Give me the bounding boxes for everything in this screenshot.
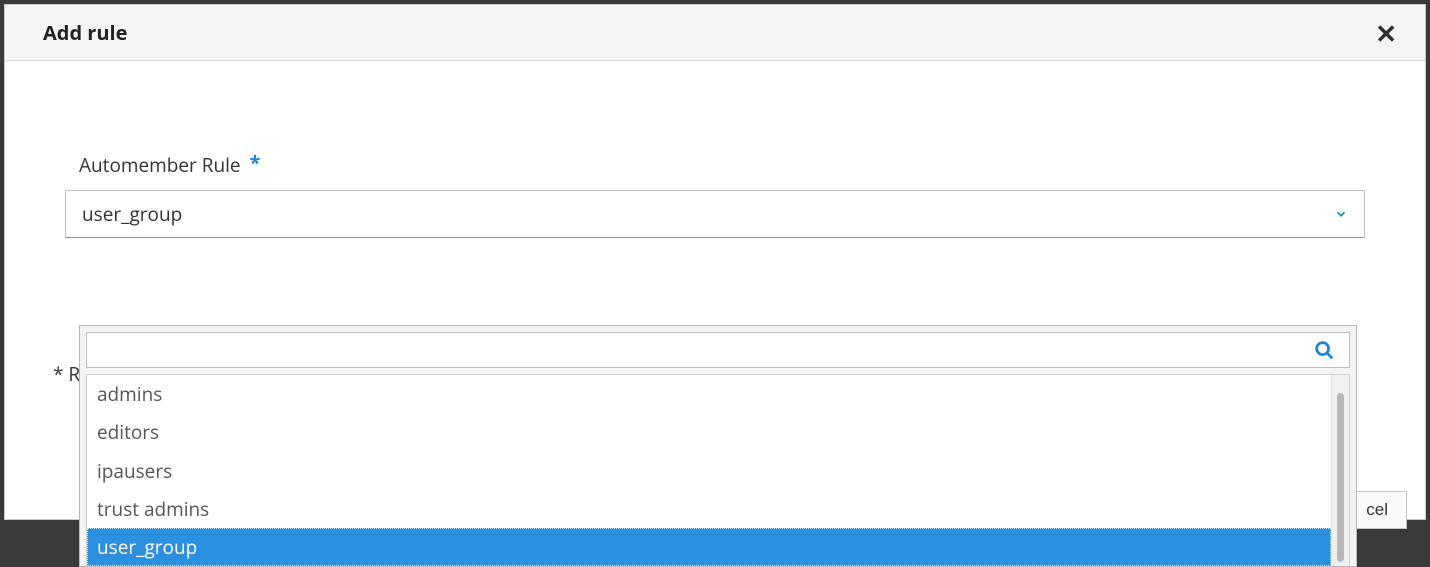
dropdown-options-wrap: adminseditorsipauserstrust adminsuser_gr… bbox=[86, 374, 1350, 566]
dropdown-option[interactable]: ipausers bbox=[87, 452, 1331, 490]
dialog-title: Add rule bbox=[43, 19, 127, 46]
chevron-down-icon bbox=[1334, 207, 1348, 221]
dropdown-option[interactable]: editors bbox=[87, 413, 1331, 451]
dialog-body: Automember Rule * user_group * Re cel bbox=[5, 61, 1425, 238]
dropdown-search-input[interactable] bbox=[99, 339, 1313, 361]
dropdown-options-list: adminseditorsipauserstrust adminsuser_gr… bbox=[87, 375, 1331, 566]
dropdown-search-wrap bbox=[86, 332, 1350, 368]
dropdown-scrollbar[interactable] bbox=[1331, 375, 1349, 566]
automember-dropdown-panel: adminseditorsipauserstrust adminsuser_gr… bbox=[79, 325, 1357, 567]
dialog-header: Add rule ✕ bbox=[5, 5, 1425, 61]
close-icon[interactable]: ✕ bbox=[1375, 20, 1397, 46]
dropdown-option[interactable]: admins bbox=[87, 375, 1331, 413]
add-rule-dialog: Add rule ✕ Automember Rule * user_group … bbox=[4, 4, 1426, 520]
dropdown-option[interactable]: trust admins bbox=[87, 490, 1331, 528]
scrollbar-thumb[interactable] bbox=[1337, 393, 1344, 562]
required-asterisk-icon: * bbox=[250, 149, 261, 176]
select-current-value: user_group bbox=[82, 201, 182, 227]
field-label-text: Automember Rule bbox=[79, 152, 241, 178]
automember-rule-select[interactable]: user_group bbox=[65, 190, 1365, 238]
automember-rule-label: Automember Rule * bbox=[79, 151, 1365, 178]
search-icon[interactable] bbox=[1313, 339, 1335, 361]
dropdown-option[interactable]: user_group bbox=[87, 528, 1331, 566]
